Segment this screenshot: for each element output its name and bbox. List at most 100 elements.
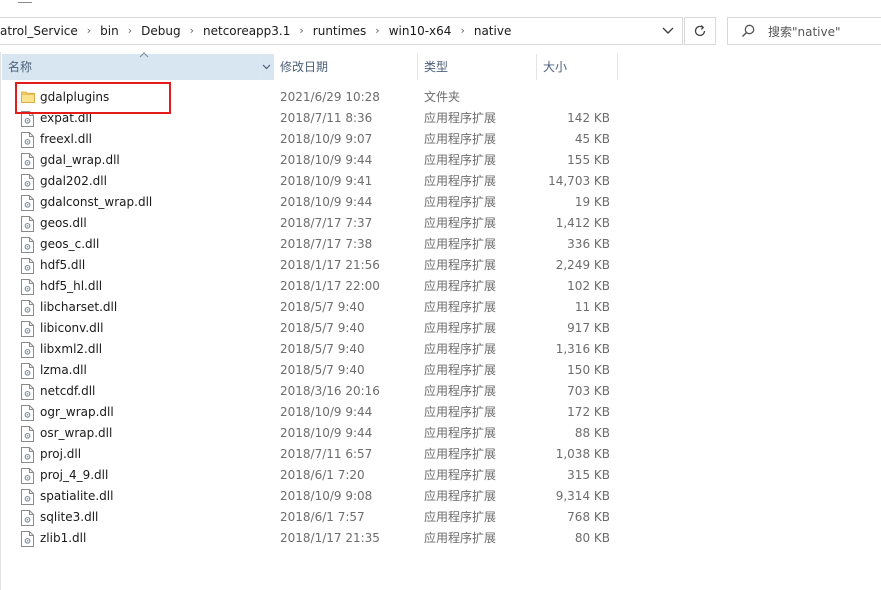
- file-name: geos_c.dll: [40, 237, 100, 251]
- dll-file-icon: [21, 426, 35, 442]
- file-size: 172 KB: [567, 405, 610, 419]
- column-size[interactable]: 大小: [537, 54, 618, 80]
- file-name: libiconv.dll: [40, 321, 104, 335]
- file-row[interactable]: ogr_wrap.dll 2018/10/9 9:44 应用程序扩展 172 KB: [0, 402, 640, 423]
- address-history-dropdown[interactable]: [653, 18, 683, 44]
- file-date: 2018/10/9 9:44: [280, 426, 373, 440]
- breadcrumb-separator-icon[interactable]: ›: [294, 18, 308, 44]
- dll-file-icon: [21, 174, 35, 190]
- file-row[interactable]: expat.dll 2018/7/11 8:36 应用程序扩展 142 KB: [0, 108, 640, 129]
- file-row[interactable]: hdf5_hl.dll 2018/1/17 22:00 应用程序扩展 102 KB: [0, 276, 640, 297]
- file-row[interactable]: zlib1.dll 2018/1/17 21:35 应用程序扩展 80 KB: [0, 528, 640, 549]
- file-name: sqlite3.dll: [40, 510, 99, 524]
- file-row[interactable]: gdal202.dll 2018/10/9 9:41 应用程序扩展 14,703 KB: [0, 171, 640, 192]
- file-row[interactable]: spatialite.dll 2018/10/9 9:08 应用程序扩展 9,314 …: [0, 486, 640, 507]
- chevron-down-icon: [662, 27, 674, 34]
- file-name: freexl.dll: [40, 132, 92, 146]
- breadcrumb-separator-icon[interactable]: ›: [82, 18, 96, 44]
- breadcrumb-separator-icon[interactable]: ›: [455, 18, 469, 44]
- breadcrumb-separator-icon[interactable]: ›: [370, 18, 384, 44]
- dll-file-icon: [21, 447, 35, 463]
- column-name[interactable]: 名称: [2, 52, 260, 80]
- chevron-down-icon: [262, 64, 271, 70]
- file-date: 2018/7/11 8:36: [280, 111, 373, 125]
- file-row[interactable]: geos.dll 2018/7/17 7:37 应用程序扩展 1,412 KB: [0, 213, 640, 234]
- address-bar[interactable]: atrol_Service › bin › Debug › netcoreapp3.1 › ru…: [0, 17, 683, 45]
- file-name: geos.dll: [40, 216, 87, 230]
- file-date: 2018/6/1 7:20: [280, 468, 365, 482]
- file-row[interactable]: netcdf.dll 2018/3/16 20:16 应用程序扩展 703 KB: [0, 381, 640, 402]
- breadcrumb-item[interactable]: native: [470, 18, 515, 44]
- file-name: gdalconst_wrap.dll: [40, 195, 153, 209]
- file-size: 102 KB: [567, 279, 610, 293]
- file-name: expat.dll: [40, 111, 93, 125]
- file-row[interactable]: gdalconst_wrap.dll 2018/10/9 9:44 应用程序扩展 19…: [0, 192, 640, 213]
- file-name: spatialite.dll: [40, 489, 114, 503]
- breadcrumb-separator-icon[interactable]: ›: [185, 18, 199, 44]
- refresh-button[interactable]: [684, 17, 716, 45]
- file-date: 2018/10/9 9:08: [280, 489, 373, 503]
- top-window-strip: [0, 0, 881, 10]
- file-size: 917 KB: [567, 321, 610, 335]
- file-type: 应用程序扩展: [424, 321, 497, 335]
- file-type: 应用程序扩展: [424, 237, 497, 251]
- file-row[interactable]: proj.dll 2018/7/11 6:57 应用程序扩展 1,038 KB: [0, 444, 640, 465]
- file-row[interactable]: hdf5.dll 2018/1/17 21:56 应用程序扩展 2,249 KB: [0, 255, 640, 276]
- file-row[interactable]: geos_c.dll 2018/7/17 7:38 应用程序扩展 336 KB: [0, 234, 640, 255]
- file-date: 2018/1/17 22:00: [280, 279, 380, 293]
- file-row[interactable]: gdal_wrap.dll 2018/10/9 9:44 应用程序扩展 155 KB: [0, 150, 640, 171]
- file-date: 2018/1/17 21:56: [280, 258, 380, 272]
- breadcrumb-separator-icon[interactable]: ›: [123, 18, 137, 44]
- file-row[interactable]: proj_4_9.dll 2018/6/1 7:20 应用程序扩展 315 KB: [0, 465, 640, 486]
- file-name: gdal_wrap.dll: [40, 153, 120, 167]
- file-row[interactable]: freexl.dll 2018/10/9 9:07 应用程序扩展 45 KB: [0, 129, 640, 150]
- breadcrumb-item[interactable]: win10-x64: [385, 18, 456, 44]
- dll-file-icon: [21, 489, 35, 505]
- address-bar-row: atrol_Service › bin › Debug › netcoreapp3.1 › ru…: [0, 14, 881, 48]
- file-date: 2018/5/7 9:40: [280, 321, 365, 335]
- file-row[interactable]: lzma.dll 2018/5/7 9:40 应用程序扩展 150 KB: [0, 360, 640, 381]
- file-name: lzma.dll: [40, 363, 87, 377]
- column-type[interactable]: 类型: [418, 54, 537, 80]
- file-size: 80 KB: [574, 531, 610, 545]
- file-row[interactable]: libxml2.dll 2018/5/7 9:40 应用程序扩展 1,316 KB: [0, 339, 640, 360]
- search-box[interactable]: 搜索"native": [727, 17, 881, 45]
- file-date: 2018/10/9 9:44: [280, 195, 373, 209]
- file-name: zlib1.dll: [40, 531, 87, 545]
- refresh-icon: [694, 25, 706, 37]
- file-date: 2018/1/17 21:35: [280, 531, 380, 545]
- file-type: 应用程序扩展: [424, 447, 497, 461]
- file-size: 11 KB: [574, 300, 610, 314]
- file-type: 应用程序扩展: [424, 258, 497, 272]
- dll-file-icon: [21, 300, 35, 316]
- breadcrumb-item[interactable]: Debug: [137, 18, 184, 44]
- breadcrumb-item[interactable]: bin: [96, 18, 123, 44]
- column-size-label: 大小: [543, 60, 568, 74]
- file-date: 2018/10/9 9:07: [280, 132, 373, 146]
- file-type: 应用程序扩展: [424, 132, 497, 146]
- file-name: libxml2.dll: [40, 342, 103, 356]
- column-date[interactable]: 修改日期: [274, 54, 418, 80]
- dll-file-icon: [21, 510, 35, 526]
- file-type: 应用程序扩展: [424, 174, 497, 188]
- file-row[interactable]: libcharset.dll 2018/5/7 9:40 应用程序扩展 11 KB: [0, 297, 640, 318]
- dll-file-icon: [21, 216, 35, 232]
- column-name-filter[interactable]: [260, 54, 274, 80]
- breadcrumb-item[interactable]: netcoreapp3.1: [199, 18, 294, 44]
- column-type-label: 类型: [424, 60, 449, 74]
- file-row[interactable]: osr_wrap.dll 2018/10/9 9:44 应用程序扩展 88 KB: [0, 423, 640, 444]
- file-row[interactable]: gdalplugins 2021/6/29 10:28 文件夹: [0, 87, 640, 108]
- dll-file-icon: [21, 279, 35, 295]
- file-type: 应用程序扩展: [424, 111, 497, 125]
- file-size: 2,249 KB: [555, 258, 610, 272]
- file-type: 应用程序扩展: [424, 216, 497, 230]
- breadcrumb-item[interactable]: runtimes: [309, 18, 371, 44]
- breadcrumb-item[interactable]: atrol_Service: [0, 18, 82, 44]
- file-row[interactable]: libiconv.dll 2018/5/7 9:40 应用程序扩展 917 KB: [0, 318, 640, 339]
- sort-up-icon: [139, 52, 149, 58]
- search-icon: [741, 24, 755, 38]
- file-size: 315 KB: [567, 468, 610, 482]
- file-row[interactable]: sqlite3.dll 2018/6/1 7:57 应用程序扩展 768 KB: [0, 507, 640, 528]
- file-size: 9,314 KB: [555, 489, 610, 503]
- file-size: 150 KB: [567, 363, 610, 377]
